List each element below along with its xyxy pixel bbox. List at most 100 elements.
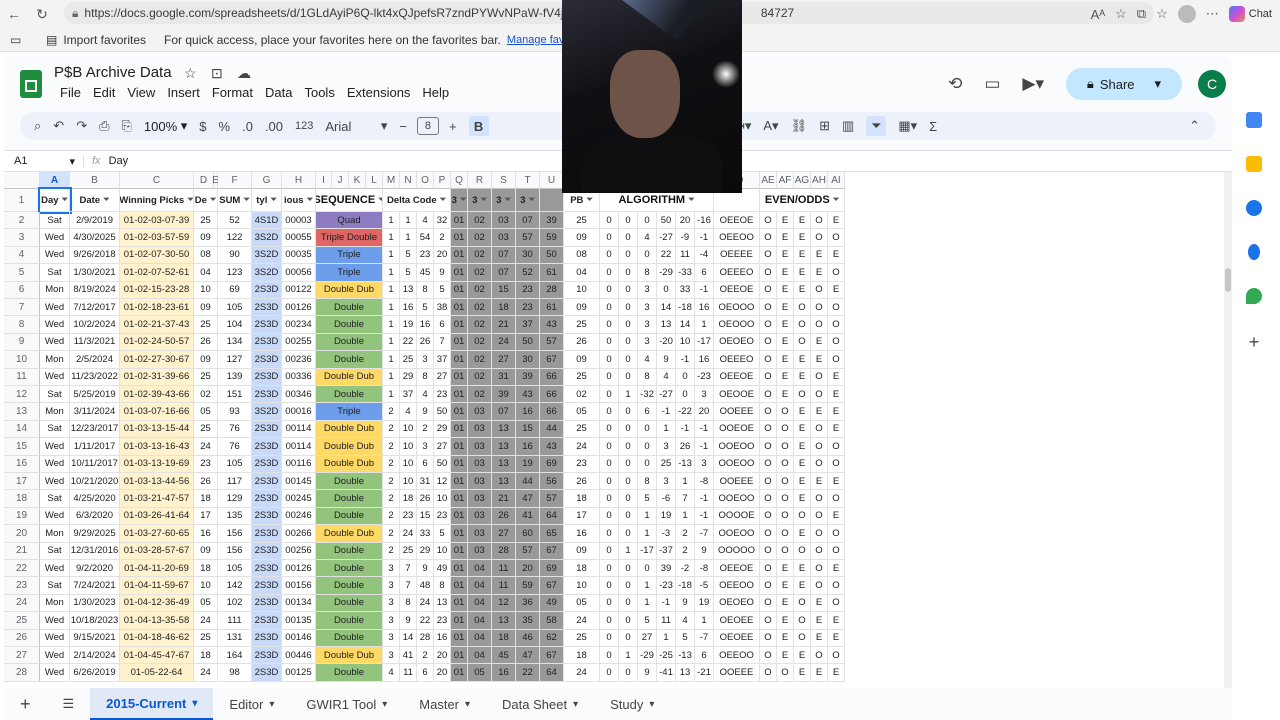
- header-number-3[interactable]: 3 ⏷: [492, 189, 516, 212]
- cell-winning-picks[interactable]: 01-04-13-35-58: [120, 612, 194, 630]
- cell-algorithm[interactable]: -7: [695, 629, 714, 647]
- cell-even-odd[interactable]: O: [828, 316, 845, 334]
- cell-winning-picks[interactable]: 01-02-03-07-39: [120, 212, 194, 230]
- cell-d[interactable]: 24: [194, 612, 218, 630]
- column-header[interactable]: P: [434, 172, 451, 189]
- cell-pb[interactable]: 10: [564, 577, 600, 595]
- cell-even-odd[interactable]: O: [760, 594, 777, 613]
- cell-even-odd[interactable]: O: [794, 612, 811, 630]
- cell-delta[interactable]: 16: [400, 299, 417, 317]
- cell-previous[interactable]: 00126: [282, 560, 316, 578]
- cell-date[interactable]: 11/23/2022: [70, 368, 120, 386]
- filter-icon[interactable]: ⏷: [62, 195, 68, 205]
- cell-winning-picks[interactable]: 01-02-39-43-66: [120, 386, 194, 404]
- column-header[interactable]: D: [194, 172, 214, 189]
- cell-d[interactable]: 09: [194, 351, 218, 369]
- cell-even-odd[interactable]: O: [794, 594, 811, 613]
- cell-algorithm[interactable]: -37: [657, 542, 676, 560]
- extension-icon[interactable]: ⧉: [1137, 6, 1146, 22]
- cell-delta[interactable]: 29: [434, 420, 451, 439]
- cell-even-odd-string[interactable]: OOEEE: [714, 473, 760, 491]
- cell-delta[interactable]: 5: [417, 299, 434, 317]
- cell-algorithm[interactable]: -1: [676, 420, 695, 439]
- header-number-1[interactable]: 3 ⏷: [451, 189, 468, 212]
- cell-even-odd[interactable]: O: [811, 368, 828, 386]
- cell-number[interactable]: 66: [540, 403, 564, 421]
- filter-icon[interactable]: ⏷: [187, 195, 193, 205]
- row-header[interactable]: 6: [4, 281, 40, 299]
- cell-algorithm[interactable]: 3: [695, 386, 714, 404]
- column-header[interactable]: M: [383, 172, 400, 189]
- cell-algorithm[interactable]: 0: [619, 420, 638, 439]
- cell-number[interactable]: 01: [451, 490, 468, 508]
- cell-algorithm[interactable]: -33: [676, 264, 695, 282]
- cell-algorithm[interactable]: 20: [695, 403, 714, 421]
- cell-number[interactable]: 03: [468, 473, 492, 491]
- cell-even-odd[interactable]: O: [811, 455, 828, 473]
- cell-sequence[interactable]: Double Dub: [316, 647, 383, 665]
- insert-link-icon[interactable]: ⛓: [785, 112, 814, 140]
- cell-date[interactable]: 2/14/2024: [70, 647, 120, 665]
- cell-algorithm[interactable]: -8: [695, 560, 714, 578]
- filter-icon[interactable]: ⏷: [440, 195, 446, 205]
- row-header[interactable]: 23: [4, 577, 40, 595]
- cell-algorithm[interactable]: 0: [619, 507, 638, 526]
- cell-day[interactable]: Mon: [40, 594, 70, 613]
- cell-algorithm[interactable]: 9: [657, 351, 676, 369]
- cell-date[interactable]: 11/3/2021: [70, 333, 120, 352]
- cell-delta[interactable]: 2: [383, 525, 400, 543]
- cell-even-odd[interactable]: O: [777, 507, 794, 526]
- cell-day[interactable]: Sat: [40, 212, 70, 230]
- cell-d[interactable]: 02: [194, 386, 218, 404]
- column-header[interactable]: AG: [794, 172, 811, 189]
- cell-date[interactable]: 3/11/2024: [70, 403, 120, 421]
- cell-day[interactable]: Wed: [40, 368, 70, 386]
- more-formats-button[interactable]: 123: [289, 112, 319, 140]
- account-avatar[interactable]: C: [1198, 70, 1226, 98]
- cell-pb[interactable]: 18: [564, 490, 600, 508]
- cell-day[interactable]: Wed: [40, 664, 70, 682]
- cell-pb[interactable]: 02: [564, 386, 600, 404]
- cell-previous[interactable]: 00055: [282, 229, 316, 247]
- cell-number[interactable]: 47: [516, 490, 540, 508]
- more-icon[interactable]: ⋯: [1206, 6, 1219, 22]
- cell-even-odd[interactable]: O: [828, 333, 845, 352]
- cell-algorithm[interactable]: 13: [676, 664, 695, 682]
- cell-sum[interactable]: 122: [218, 229, 252, 247]
- cell-previous[interactable]: 00446: [282, 647, 316, 665]
- column-header[interactable]: H: [282, 172, 316, 189]
- cell-style[interactable]: 2S3D: [252, 281, 282, 299]
- cell-even-odd[interactable]: E: [777, 299, 794, 317]
- cell-algorithm[interactable]: 0: [619, 351, 638, 369]
- cell-even-odd-string[interactable]: OOEOO: [714, 525, 760, 543]
- cell-date[interactable]: 1/30/2023: [70, 594, 120, 613]
- cell-number[interactable]: 01: [451, 664, 468, 682]
- cell-previous[interactable]: 00255: [282, 333, 316, 352]
- cell-algorithm[interactable]: 7: [676, 490, 695, 508]
- cell-number[interactable]: 01: [451, 525, 468, 543]
- cell-delta[interactable]: 3: [383, 560, 400, 578]
- cell-delta[interactable]: 1: [383, 264, 400, 282]
- cell-algorithm[interactable]: 0: [638, 560, 657, 578]
- cell-even-odd[interactable]: E: [777, 246, 794, 265]
- cell-algorithm[interactable]: 0: [619, 629, 638, 647]
- currency-format-button[interactable]: $: [193, 112, 212, 140]
- cell-delta[interactable]: 2: [383, 490, 400, 508]
- maps-icon[interactable]: [1246, 288, 1262, 304]
- header-number-4[interactable]: 3 ⏷: [516, 189, 540, 212]
- cell-delta[interactable]: 1: [383, 212, 400, 230]
- cell-algorithm[interactable]: 0: [619, 664, 638, 682]
- cell-delta[interactable]: 5: [400, 264, 417, 282]
- cell-even-odd[interactable]: E: [794, 403, 811, 421]
- cell-number[interactable]: 02: [468, 246, 492, 265]
- cell-day[interactable]: Wed: [40, 299, 70, 317]
- cell-sequence[interactable]: Double: [316, 612, 383, 630]
- cell-number[interactable]: 15: [492, 281, 516, 299]
- cell-even-odd[interactable]: O: [794, 542, 811, 560]
- cell-d[interactable]: 09: [194, 542, 218, 560]
- cell-number[interactable]: 01: [451, 333, 468, 352]
- cell-date[interactable]: 2/9/2019: [70, 212, 120, 230]
- cell-algorithm[interactable]: 0: [619, 455, 638, 473]
- calendar-icon[interactable]: [1246, 112, 1262, 128]
- cell-even-odd[interactable]: E: [828, 560, 845, 578]
